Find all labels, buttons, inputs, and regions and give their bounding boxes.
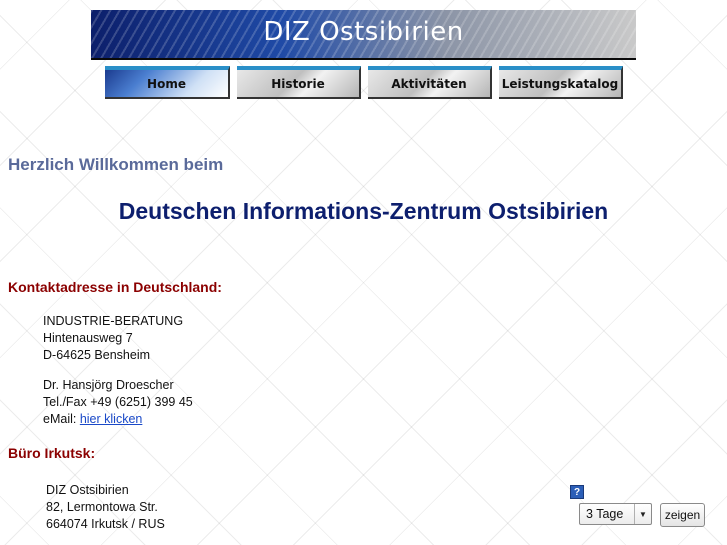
irkutsk-address: DIZ Ostsibirien 82, Lermontowa Str. 6640…: [46, 482, 165, 533]
page-title: Deutschen Informations-Zentrum Ostsibiri…: [118, 198, 609, 224]
germany-section-title: Kontaktadresse in Deutschland:: [8, 279, 222, 295]
days-select[interactable]: 3 Tage ▼: [579, 503, 652, 525]
nav-leistungskatalog-button[interactable]: Leistungskatalog: [499, 66, 623, 99]
phone-fax: Tel./Fax +49 (6251) 399 45: [43, 395, 193, 409]
show-button[interactable]: zeigen: [660, 503, 705, 527]
nav-aktivitaeten-button[interactable]: Aktivitäten: [368, 66, 492, 99]
email-line: eMail: hier klicken: [43, 411, 193, 428]
germany-address: INDUSTRIE-BERATUNG Hintenausweg 7 D-6462…: [43, 313, 183, 364]
nav-home-button[interactable]: Home: [105, 66, 230, 99]
office-name: DIZ Ostsibirien: [46, 483, 129, 497]
banner-title: DIZ Ostsibirien: [263, 17, 464, 47]
email-link[interactable]: hier klicken: [80, 412, 143, 426]
nav-historie-button[interactable]: Historie: [237, 66, 361, 99]
contact-person: Dr. Hansjörg Droescher: [43, 378, 174, 392]
germany-contact: Dr. Hansjörg Droescher Tel./Fax +49 (625…: [43, 377, 193, 428]
company-name: INDUSTRIE-BERATUNG: [43, 314, 184, 328]
office-city: 664074 Irkutsk / RUS: [46, 517, 165, 531]
office-street: 82, Lermontowa Str.: [46, 500, 158, 514]
irkutsk-section-title: Büro Irkutsk:: [8, 445, 96, 461]
help-icon[interactable]: ?: [570, 485, 584, 499]
chevron-down-icon[interactable]: ▼: [634, 504, 651, 524]
email-label: eMail:: [43, 412, 80, 426]
days-select-value: 3 Tage: [586, 507, 624, 521]
site-banner: DIZ Ostsibirien: [91, 10, 636, 60]
welcome-heading: Herzlich Willkommen beim: [8, 155, 224, 174]
city-address: D-64625 Bensheim: [43, 348, 151, 362]
street-address: Hintenausweg 7: [43, 331, 133, 345]
